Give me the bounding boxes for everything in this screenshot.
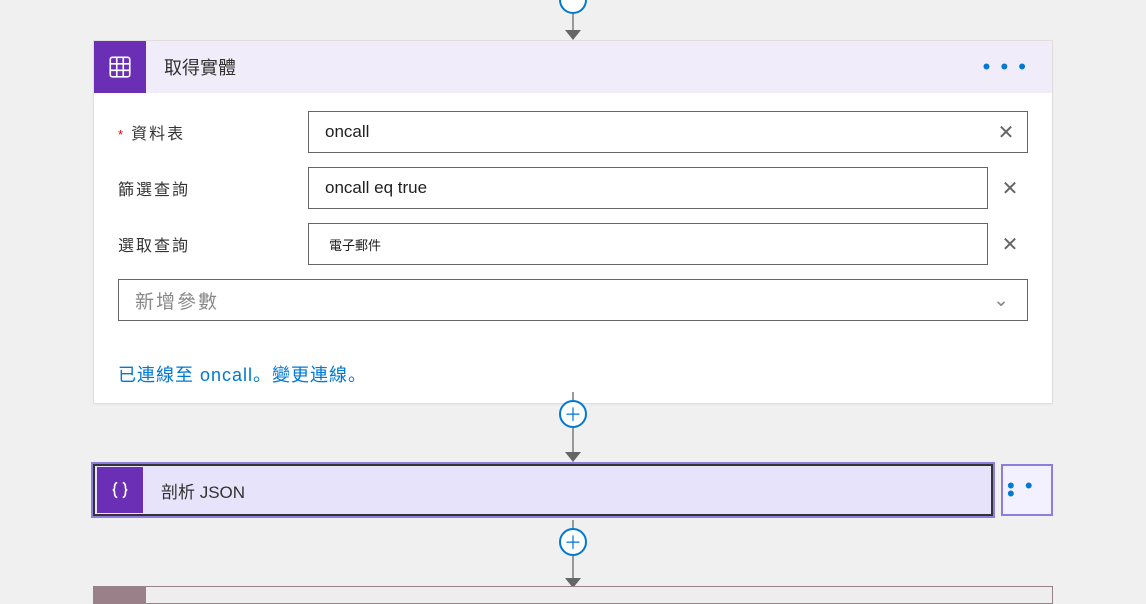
clear-filter-button[interactable]: ✕ (998, 176, 1022, 200)
dots-icon: • • • (1003, 476, 1051, 504)
step-title: 取得實體 (146, 54, 979, 80)
json-icon (97, 467, 143, 513)
label-select: 選取查詢 (118, 232, 308, 256)
clear-select-button[interactable]: ✕ (998, 232, 1022, 256)
step-parse-json[interactable]: 剖析 JSON • • • (93, 464, 1053, 516)
step-get-entities: 取得實體 • • • *資料表 ✕ 篩選查詢 ✕ (93, 40, 1053, 404)
chevron-down-icon: ⌄ (993, 289, 1011, 312)
change-connection-link[interactable]: 變更連線。 (272, 365, 367, 385)
add-step-button-top[interactable]: ＋ (559, 0, 587, 14)
connector-bot: ＋ (559, 520, 587, 588)
label-table: *資料表 (118, 120, 308, 144)
arrow-down-icon (565, 452, 581, 462)
connector-mid: ＋ (559, 392, 587, 462)
step-icon-partial (94, 587, 146, 603)
datasource-icon (94, 41, 146, 93)
clear-table-button[interactable]: ✕ (994, 120, 1018, 144)
step-menu-button[interactable]: • • • (979, 57, 1032, 77)
step-below-partial[interactable] (93, 586, 1053, 604)
required-icon: * (118, 127, 125, 142)
table-input[interactable] (308, 111, 1028, 153)
step2-menu-button[interactable]: • • • (1001, 464, 1053, 516)
connector-top: ＋ (559, 0, 587, 40)
arrow-down-icon (565, 30, 581, 40)
step2-title: 剖析 JSON (145, 478, 991, 503)
add-step-button-mid[interactable]: ＋ (559, 400, 587, 428)
add-parameter-dropdown[interactable]: 新增參數 ⌄ (118, 279, 1028, 321)
add-step-button-bot[interactable]: ＋ (559, 528, 587, 556)
label-filter: 篩選查詢 (118, 176, 308, 200)
select-input[interactable] (308, 223, 988, 265)
filter-input[interactable] (308, 167, 988, 209)
add-parameter-placeholder: 新增參數 (135, 287, 219, 314)
step-header[interactable]: 取得實體 • • • (94, 41, 1052, 93)
